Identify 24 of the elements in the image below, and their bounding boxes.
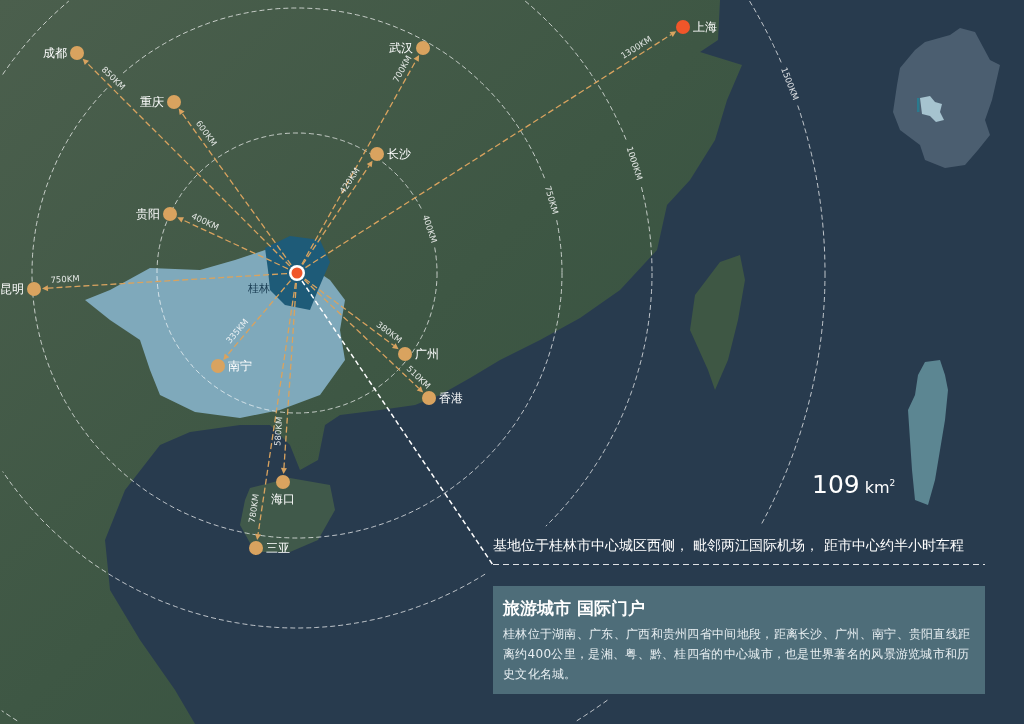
city-label: 香港 xyxy=(439,391,463,406)
center-marker-icon xyxy=(289,265,305,281)
distance-label: 750KM xyxy=(50,273,80,285)
city-label: 贵阳 xyxy=(136,207,160,222)
area-unit: km$^{2}$ xyxy=(864,477,896,498)
ring-label: 400KM xyxy=(420,213,440,245)
ring-label: 750KM xyxy=(542,184,561,216)
area-value: 109 xyxy=(812,470,860,500)
distance-label: 780KM xyxy=(246,493,261,524)
city-label: 南宁 xyxy=(228,359,252,374)
city-label: 成都 xyxy=(43,46,67,61)
panel-title: 旅游城市 国际门户 xyxy=(503,597,645,619)
city-label: 武汉 xyxy=(389,41,413,56)
city-label: 长沙 xyxy=(387,147,411,162)
city-label: 昆明 xyxy=(0,282,24,297)
caption-text: 基地位于桂林市中心城区西侧， 毗邻两江国际机场， 距市中心约半小时车程 xyxy=(493,536,964,555)
city-label: 广州 xyxy=(415,347,439,362)
distance-label: 580KM xyxy=(272,416,285,447)
city-label: 桂林 xyxy=(248,281,270,295)
city-label: 上海 xyxy=(693,20,717,35)
city-label: 海口 xyxy=(271,492,295,507)
panel-body: 桂林位于湖南、广东、广西和贵州四省中间地段，距离长沙、广州、南宁、贵阳直线距离约400公里，是湘、粤、黔、桂四省的中心城市，也是世界著名的风景游览城市和历史文化名城。 xyxy=(503,626,972,683)
city-label: 重庆 xyxy=(140,95,164,110)
city-label: 三亚 xyxy=(266,541,290,556)
